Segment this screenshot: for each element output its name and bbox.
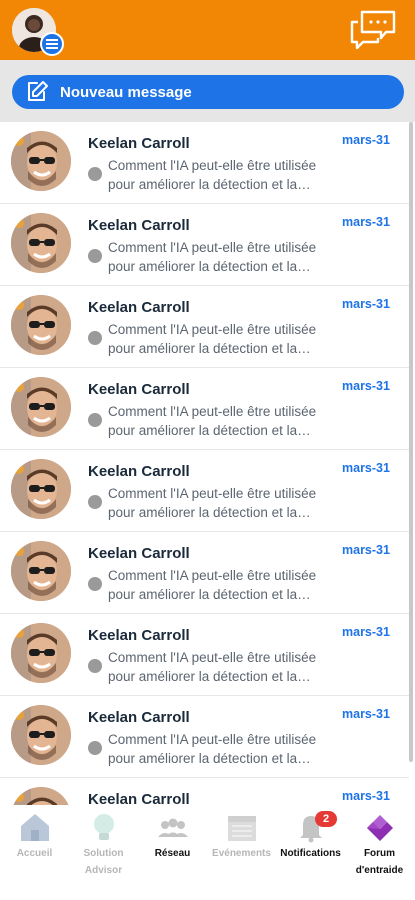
contact-name: Keelan Carroll <box>88 299 190 316</box>
message-date: mars-31 <box>342 379 390 393</box>
read-status-icon <box>88 413 102 427</box>
bottom-navigation: Accueil Solution Advisor Réseau Evénemen… <box>0 805 415 900</box>
menu-icon[interactable] <box>40 32 64 56</box>
contact-avatar <box>11 295 71 355</box>
conversation-row[interactable]: Keelan Carroll mars-31 Comment l'IA peut-e… <box>0 532 409 614</box>
new-message-button[interactable]: Nouveau message <box>12 75 404 109</box>
contact-name: Keelan Carroll <box>88 135 190 152</box>
new-message-bar: Nouveau message <box>0 60 415 122</box>
chat-bubbles-icon[interactable] <box>348 8 398 52</box>
nav-item-evenements[interactable]: Evénements <box>207 805 276 900</box>
message-date: mars-31 <box>342 543 390 557</box>
contact-name: Keelan Carroll <box>88 381 190 398</box>
contact-avatar <box>11 459 71 519</box>
read-status-icon <box>88 249 102 263</box>
read-status-icon <box>88 659 102 673</box>
nav-item-reseau[interactable]: Réseau <box>138 805 207 900</box>
contact-name: Keelan Carroll <box>88 709 190 726</box>
conversation-row[interactable]: Keelan Carroll mars-31 Comment l'IA peut-e… <box>0 614 409 696</box>
people-icon <box>156 811 190 843</box>
conversation-row[interactable]: Keelan Carroll mars-31 <box>0 778 409 805</box>
nav-label-reseau: Réseau <box>154 848 191 859</box>
top-bar <box>0 0 415 60</box>
message-preview: Comment l'IA peut-elle être utilisée pou… <box>108 240 317 274</box>
contact-avatar <box>11 377 71 437</box>
read-status-icon <box>88 741 102 755</box>
contact-name: Keelan Carroll <box>88 545 190 562</box>
nav-item-accueil[interactable]: Accueil <box>0 805 69 900</box>
message-preview: Comment l'IA peut-elle être utilisée pou… <box>108 404 317 438</box>
message-preview: Comment l'IA peut-elle être utilisée pou… <box>108 486 317 520</box>
message-preview: Comment l'IA peut-elle être utilisée pou… <box>108 322 317 356</box>
nav-label-notifications: Notifications <box>280 848 341 859</box>
message-preview: Comment l'IA peut-elle être utilisée pou… <box>108 568 317 602</box>
read-status-icon <box>88 167 102 181</box>
conversation-row[interactable]: Keelan Carroll mars-31 Comment l'IA peut-e… <box>0 696 409 778</box>
contact-name: Keelan Carroll <box>88 627 190 644</box>
contact-avatar <box>11 213 71 273</box>
forum-icon <box>363 811 397 843</box>
nav-label-accueil: Accueil <box>16 848 53 859</box>
message-date: mars-31 <box>342 133 390 147</box>
nav-label-forum: Forum d'entraide <box>355 848 404 876</box>
new-message-label: Nouveau message <box>60 83 192 101</box>
lightbulb-icon <box>87 811 121 843</box>
message-preview: Comment l'IA peut-elle être utilisée pou… <box>108 158 317 192</box>
contact-name: Keelan Carroll <box>88 463 190 480</box>
notification-count-badge: 2 <box>315 811 337 827</box>
contact-name: Keelan Carroll <box>88 791 190 805</box>
calendar-icon <box>225 811 259 843</box>
conversation-row[interactable]: Keelan Carroll mars-31 Comment l'IA peut-e… <box>0 450 409 532</box>
conversation-row[interactable]: Keelan Carroll mars-31 Comment l'IA peut-e… <box>0 204 409 286</box>
nav-item-notifications[interactable]: 2 Notifications <box>276 805 345 900</box>
contact-avatar <box>11 131 71 191</box>
nav-label-evenements: Evénements <box>212 848 271 859</box>
conversation-list[interactable]: Keelan Carroll mars-31 Comment l'IA peut-e… <box>0 122 415 805</box>
contact-avatar <box>11 787 71 805</box>
message-preview: Comment l'IA peut-elle être utilisée pou… <box>108 732 317 766</box>
app-root: Nouveau message Keelan Carroll mars-31 Com… <box>0 0 415 900</box>
read-status-icon <box>88 331 102 345</box>
nav-label-solution-advisor: Solution Advisor <box>83 848 124 876</box>
message-date: mars-31 <box>342 297 390 311</box>
conversation-row[interactable]: Keelan Carroll mars-31 Comment l'IA peut-e… <box>0 286 409 368</box>
message-preview: Comment l'IA peut-elle être utilisée pou… <box>108 650 317 684</box>
home-icon <box>18 811 52 843</box>
contact-name: Keelan Carroll <box>88 217 190 234</box>
nav-item-forum[interactable]: Forum d'entraide <box>345 805 414 900</box>
message-date: mars-31 <box>342 625 390 639</box>
message-date: mars-31 <box>342 215 390 229</box>
edit-icon <box>24 79 50 105</box>
nav-item-solution-advisor[interactable]: Solution Advisor <box>69 805 138 900</box>
message-date: mars-31 <box>342 707 390 721</box>
conversation-row[interactable]: Keelan Carroll mars-31 Comment l'IA peut-e… <box>0 368 409 450</box>
conversation-row[interactable]: Keelan Carroll mars-31 Comment l'IA peut-e… <box>0 122 409 204</box>
message-date: mars-31 <box>342 461 390 475</box>
contact-avatar <box>11 623 71 683</box>
contact-avatar <box>11 541 71 601</box>
message-date: mars-31 <box>342 789 390 803</box>
read-status-icon <box>88 495 102 509</box>
read-status-icon <box>88 577 102 591</box>
contact-avatar <box>11 705 71 765</box>
scrollbar[interactable] <box>409 122 413 762</box>
